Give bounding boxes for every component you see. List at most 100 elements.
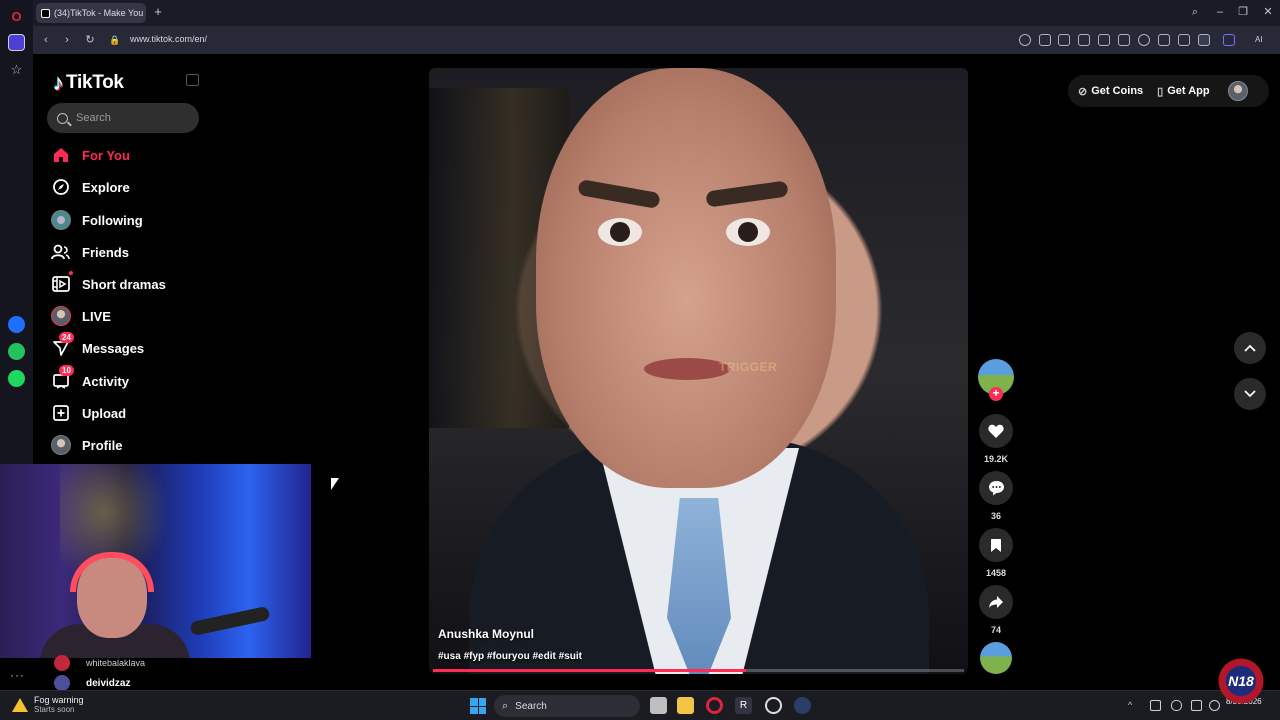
home-icon xyxy=(50,144,72,166)
search-input[interactable] xyxy=(76,112,186,124)
reload-button[interactable]: ↻ xyxy=(83,33,97,47)
nav-label: LIVE xyxy=(82,308,111,324)
taskbar-search[interactable]: ⌕ Search xyxy=(494,695,640,717)
comment-icon[interactable] xyxy=(979,471,1013,505)
vpn-icon[interactable] xyxy=(1098,34,1110,46)
video-player[interactable]: TRIGGER Anushka Moynul #usa #fyp #fouryo… xyxy=(429,68,968,674)
tab-tiktok[interactable]: (34)TikTok - Make You xyxy=(36,3,146,23)
nav-short-dramas[interactable]: Short dramas xyxy=(50,271,166,296)
nav-activity[interactable]: 10 Activity xyxy=(50,365,129,393)
inbox-icon: 10 xyxy=(50,365,74,392)
share-count: 74 xyxy=(990,625,1001,635)
mouth xyxy=(644,358,730,380)
nav-label: Explore xyxy=(82,179,130,195)
logo-text: TikTok xyxy=(66,72,124,93)
minimize-button[interactable]: – xyxy=(1213,5,1227,19)
weather-widget[interactable]: Fog warning Starts soon xyxy=(12,695,84,714)
spotify-icon[interactable] xyxy=(8,370,25,387)
menu-icon[interactable] xyxy=(1178,34,1190,46)
nav-label: Upload xyxy=(82,405,127,421)
extensions-icon[interactable] xyxy=(1223,34,1235,46)
zoom-icon[interactable] xyxy=(1019,34,1031,46)
collapse-sidebar-icon[interactable] xyxy=(186,74,199,86)
microphone-icon[interactable] xyxy=(1171,700,1182,711)
follow-plus-icon[interactable]: + xyxy=(989,387,1003,401)
search-box[interactable] xyxy=(47,103,199,133)
shield-icon[interactable] xyxy=(1078,34,1090,46)
search-tabs-icon[interactable]: ⌕ xyxy=(1188,5,1202,19)
mouse-cursor-icon xyxy=(331,478,339,490)
forward-button[interactable]: › xyxy=(60,33,74,47)
creator-avatar-button[interactable]: + xyxy=(978,359,1014,401)
ai-icon[interactable]: AI xyxy=(1255,34,1271,46)
display-icon[interactable] xyxy=(1191,700,1202,711)
profile-avatar-icon xyxy=(50,434,72,456)
new-tab-button[interactable]: + xyxy=(152,5,164,19)
wallet-icon[interactable] xyxy=(1198,34,1210,46)
nav-explore[interactable]: Explore xyxy=(50,175,130,199)
like-action[interactable]: 19.2K xyxy=(978,414,1014,464)
nav-for-you[interactable]: For You xyxy=(50,143,130,167)
heart-icon[interactable] xyxy=(979,414,1013,448)
edit-icon[interactable] xyxy=(1039,34,1051,46)
nav-live[interactable]: LIVE xyxy=(50,304,111,328)
more-icon[interactable]: ··· xyxy=(10,668,25,682)
task-view-icon[interactable] xyxy=(650,697,667,714)
volume-icon[interactable] xyxy=(1209,700,1220,711)
opera-taskbar-icon[interactable] xyxy=(706,697,723,714)
windows-start-button[interactable] xyxy=(470,698,486,714)
next-video-button[interactable] xyxy=(1234,378,1266,410)
nav-label: Friends xyxy=(82,244,129,260)
nav-label: Following xyxy=(82,212,143,228)
get-app-button[interactable]: ▯ Get App xyxy=(1157,85,1209,98)
notification-dot xyxy=(69,271,73,275)
heart-icon[interactable] xyxy=(1138,34,1150,46)
save-action[interactable]: 1458 xyxy=(978,528,1014,578)
film-icon xyxy=(50,271,73,295)
nav-following[interactable]: Following xyxy=(50,208,143,232)
share-action[interactable]: 74 xyxy=(978,585,1014,635)
nav-upload[interactable]: Upload xyxy=(50,401,126,425)
previous-video-button[interactable] xyxy=(1234,332,1266,364)
star-icon[interactable]: ☆ xyxy=(8,61,25,78)
url-field[interactable]: www.tiktok.com/en/ xyxy=(130,34,207,44)
rocket-league-icon[interactable]: R xyxy=(735,697,752,714)
tiktok-logo[interactable]: ♪ TikTok xyxy=(53,70,124,96)
player-icon[interactable] xyxy=(1118,34,1130,46)
plus-square-icon xyxy=(50,402,72,424)
obs-icon[interactable] xyxy=(765,697,782,714)
maximize-button[interactable]: ❐ xyxy=(1236,5,1250,19)
file-explorer-icon[interactable] xyxy=(677,697,694,714)
back-button[interactable]: ‹ xyxy=(39,33,53,47)
address-bar: ‹ › ↻ 🔒 www.tiktok.com/en/ AI xyxy=(33,26,1280,54)
nav-messages[interactable]: 24 Messages xyxy=(50,332,144,360)
tray-chevron-icon[interactable]: ^ xyxy=(1128,700,1139,711)
stream-chat: whitebalaklava deividzaz xyxy=(0,655,311,691)
nav-profile[interactable]: Profile xyxy=(50,433,122,457)
whatsapp-icon[interactable] xyxy=(8,343,25,360)
download-icon[interactable] xyxy=(1158,34,1170,46)
following-avatar-icon xyxy=(50,209,72,231)
share-icon[interactable] xyxy=(979,585,1013,619)
sound-avatar[interactable] xyxy=(978,642,1014,674)
comment-action[interactable]: 36 xyxy=(978,471,1014,521)
steam-icon[interactable] xyxy=(794,697,811,714)
nav-friends[interactable]: Friends xyxy=(50,240,129,264)
opera-logo-icon[interactable]: O xyxy=(8,8,25,25)
message-send-icon: 24 xyxy=(50,332,74,359)
activity-badge: 10 xyxy=(59,365,74,376)
video-hashtags[interactable]: #usa #fyp #fouryou #edit #suit xyxy=(438,651,582,662)
save-count: 1458 xyxy=(985,568,1007,578)
network-icon[interactable] xyxy=(1150,700,1161,711)
video-progress-bar[interactable] xyxy=(433,669,964,672)
tiktok-note-icon: ♪ xyxy=(53,70,64,95)
bookmark-icon[interactable] xyxy=(979,528,1013,562)
home-icon[interactable] xyxy=(8,34,25,51)
profile-avatar-button[interactable] xyxy=(1228,81,1248,101)
get-coins-button[interactable]: ⊘ Get Coins xyxy=(1078,85,1143,98)
taskbar-search-label: Search xyxy=(515,700,547,712)
camera-icon[interactable] xyxy=(1058,34,1070,46)
close-window-button[interactable]: ✕ xyxy=(1261,5,1275,19)
messenger-icon[interactable] xyxy=(8,316,25,333)
video-author[interactable]: Anushka Moynul xyxy=(438,627,534,641)
